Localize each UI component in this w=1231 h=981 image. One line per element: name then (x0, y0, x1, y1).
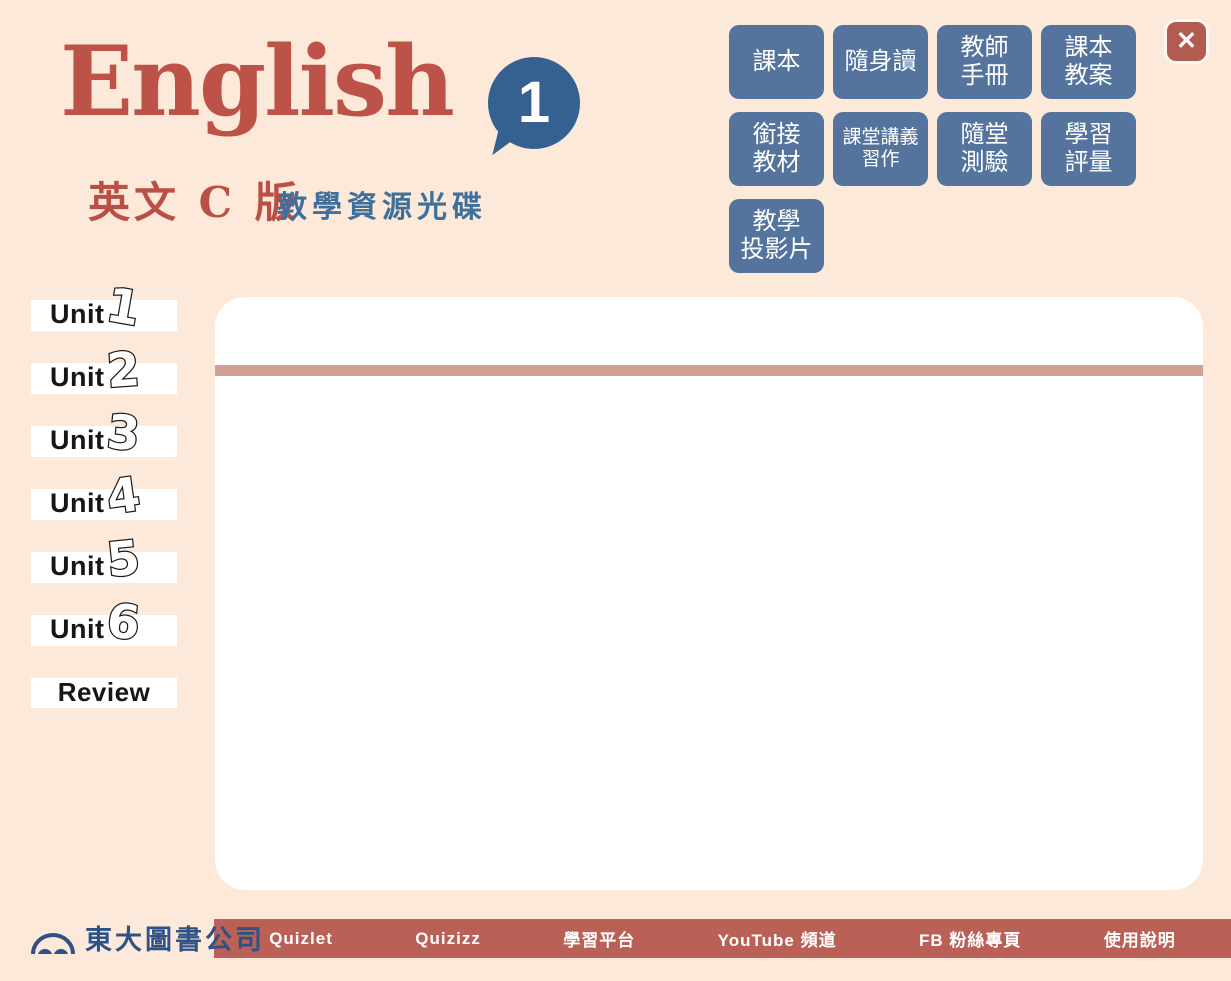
sidebar-item-unit-1[interactable]: Unit 1 (31, 300, 177, 331)
unit-1-number: 1 (103, 282, 143, 334)
resource-button-bridging-materials[interactable]: 銜接 教材 (729, 112, 824, 186)
app-logo-wordmark: English (60, 34, 453, 130)
footer-link-learning-platform[interactable]: 學習平台 (563, 926, 635, 951)
unit-6-number: 6 (105, 597, 142, 647)
publisher-name: 東大圖書公司 (85, 927, 265, 954)
sidebar-item-unit-5[interactable]: Unit 5 (31, 552, 177, 583)
volume-number: 1 (518, 74, 550, 132)
footer-link-fb-fan-page[interactable]: FB 粉絲專頁 (919, 926, 1021, 951)
footer-link-bar: Quizlet Quizizz 學習平台 YouTube 頻道 FB 粉絲專頁 … (214, 919, 1231, 958)
publisher-logo: 東大圖書公司 (30, 921, 265, 959)
sidebar-item-review[interactable]: Review (31, 678, 177, 708)
sidebar-item-unit-4[interactable]: Unit 4 (31, 489, 177, 520)
close-button[interactable]: ✕ (1164, 19, 1209, 64)
resource-button-grid: 課本 隨身讀 教師 手冊 課本 教案 銜接 教材 課堂講義 習作 隨堂 測驗 學… (729, 25, 1136, 273)
unit-3-number: 3 (105, 409, 142, 459)
resource-button-pocket-reader[interactable]: 隨身讀 (833, 25, 928, 99)
volume-badge: 1 (488, 57, 580, 149)
resource-button-handout-workbook[interactable]: 課堂講義 習作 (833, 112, 928, 186)
sidebar-item-unit-2[interactable]: Unit 2 (31, 363, 177, 394)
panel-divider (215, 365, 1203, 376)
resource-button-teaching-slides[interactable]: 教學 投影片 (729, 199, 824, 273)
sidebar-item-unit-3[interactable]: Unit 3 (31, 426, 177, 457)
disc-subtitle: 教學資源光碟 (277, 193, 487, 223)
close-icon: ✕ (1176, 29, 1197, 54)
unit-2-number: 2 (105, 346, 141, 395)
footer-link-quizlet[interactable]: Quizlet (269, 929, 333, 949)
footer-link-quizizz[interactable]: Quizizz (415, 929, 481, 949)
footer-link-youtube-channel[interactable]: YouTube 頻道 (718, 926, 837, 951)
unit-4-number: 4 (104, 471, 143, 522)
publisher-arch-icon (30, 924, 76, 956)
resource-button-assessment[interactable]: 學習 評量 (1041, 112, 1136, 186)
edition-label: 英文 C 版 (88, 182, 301, 224)
resource-button-lesson-plans[interactable]: 課本 教案 (1041, 25, 1136, 99)
resource-button-textbook[interactable]: 課本 (729, 25, 824, 99)
resource-button-teacher-manual[interactable]: 教師 手冊 (937, 25, 1032, 99)
content-panel (215, 297, 1203, 890)
unit-sidebar: Unit 1 Unit 2 Unit 3 Unit 4 Unit 5 Unit … (31, 300, 177, 708)
sidebar-item-unit-6[interactable]: Unit 6 (31, 615, 177, 646)
resource-button-quizzes[interactable]: 隨堂 測驗 (937, 112, 1032, 186)
unit-5-number: 5 (105, 534, 142, 584)
footer-link-user-guide[interactable]: 使用說明 (1104, 926, 1176, 951)
